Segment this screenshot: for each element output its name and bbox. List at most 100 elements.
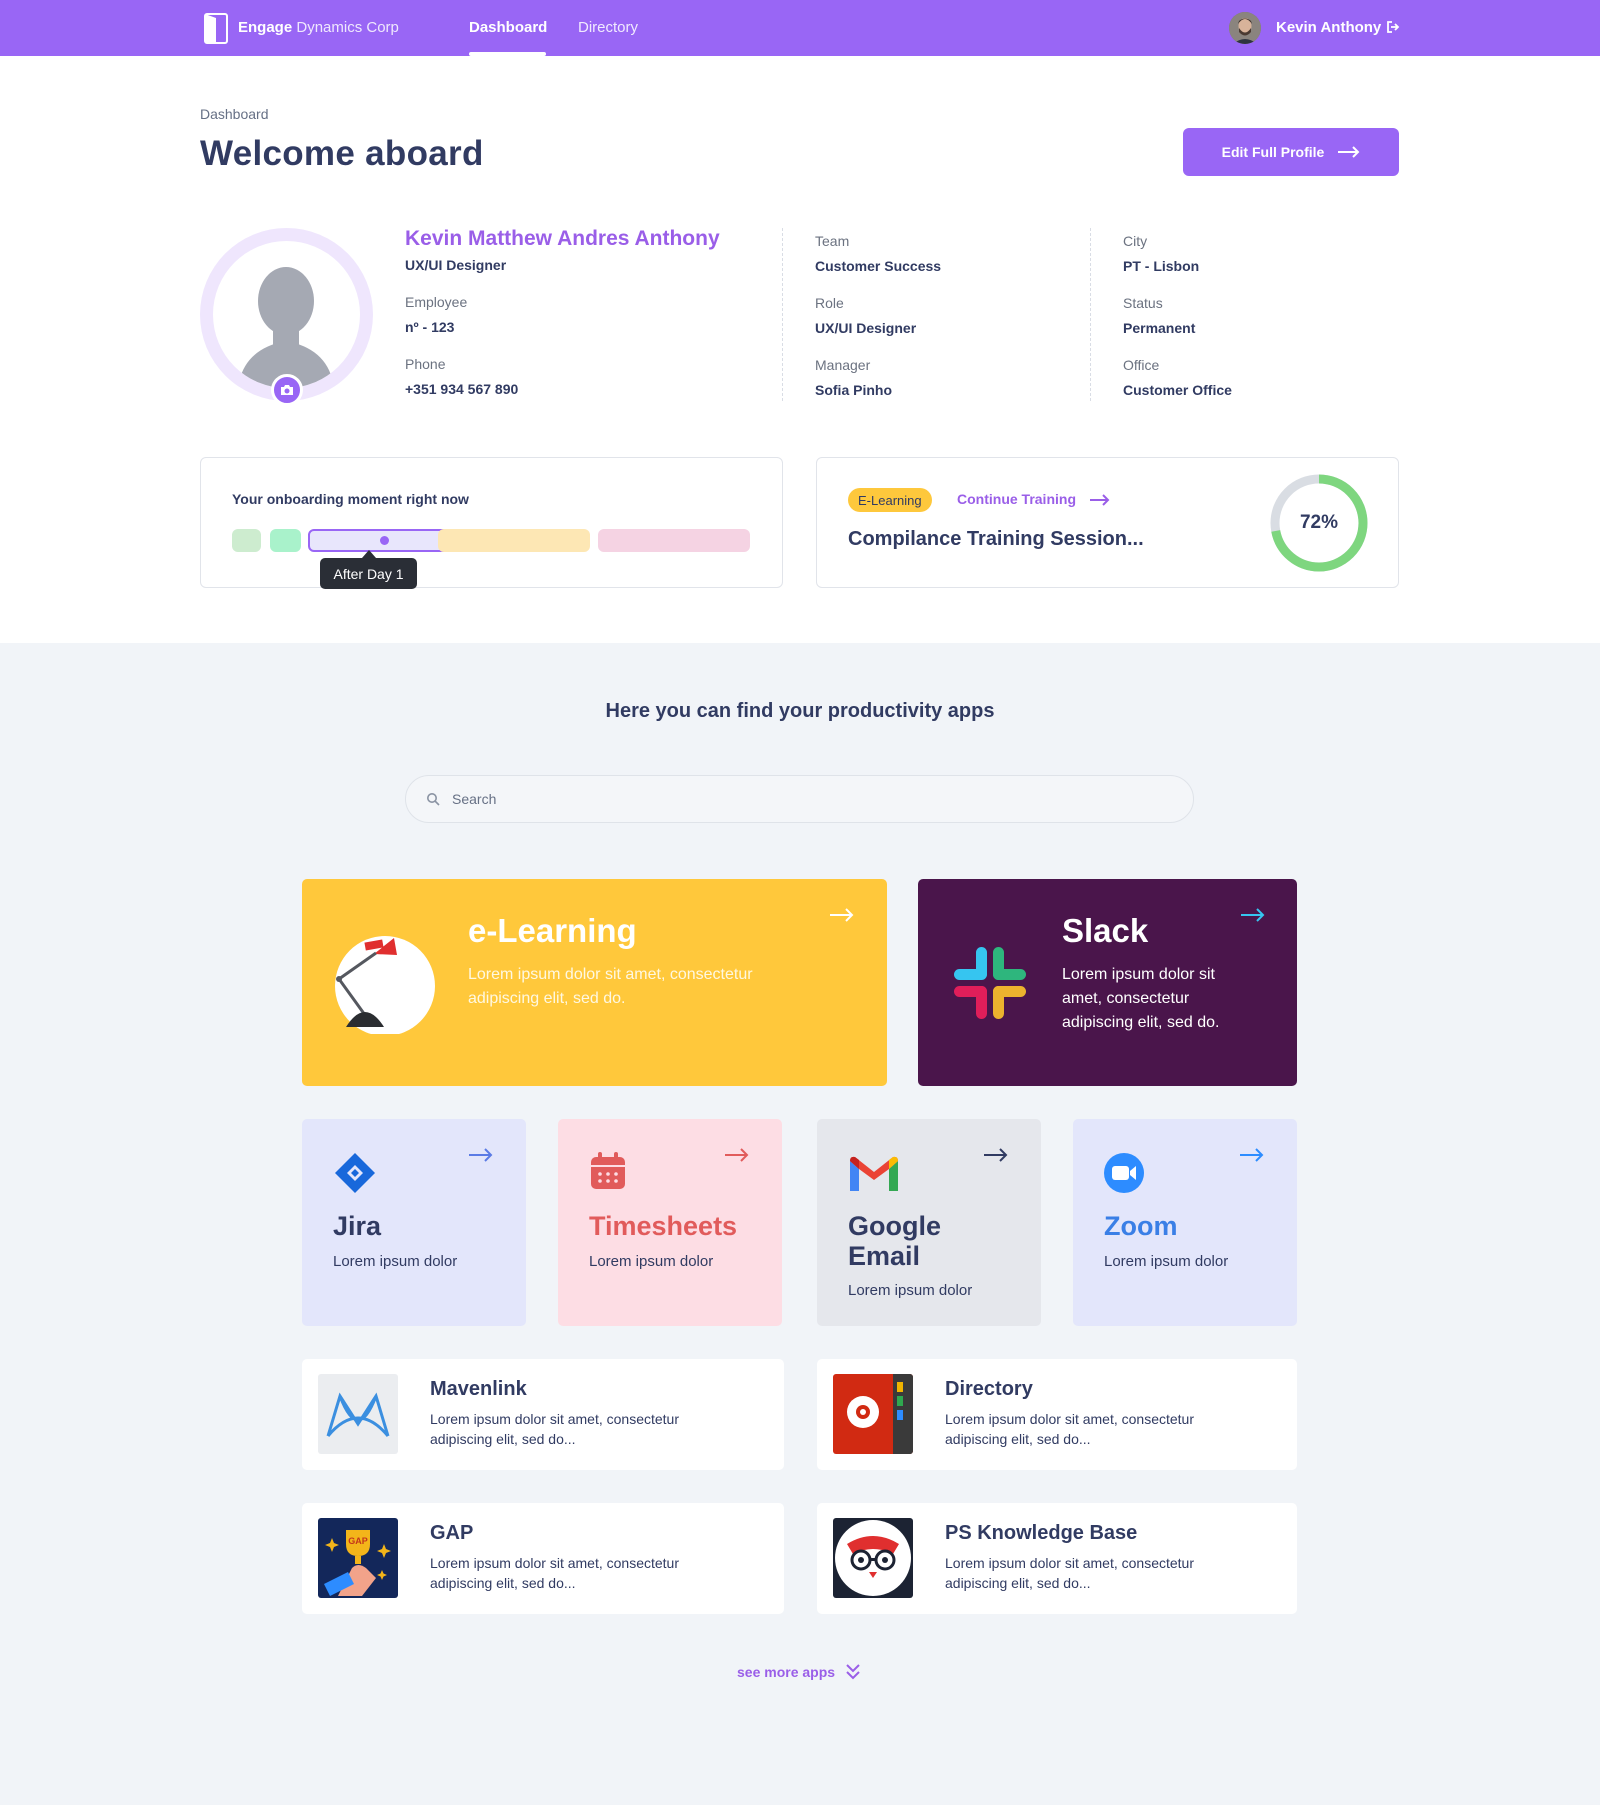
gap-app-item[interactable]: GAP GAP Lorem ipsum dolor sit amet, cons… <box>302 1503 784 1614</box>
office-value: Customer Office <box>1123 382 1232 398</box>
search-input[interactable] <box>452 783 1152 815</box>
mavenlink-logo-icon <box>318 1374 398 1454</box>
directory-app-item[interactable]: Directory Lorem ipsum dolor sit amet, co… <box>817 1359 1297 1470</box>
role-label: Role <box>815 295 844 311</box>
google-email-app-card[interactable]: Google Email Lorem ipsum dolor <box>817 1119 1041 1326</box>
jira-app-card[interactable]: Jira Lorem ipsum dolor <box>302 1119 526 1326</box>
current-stage-marker <box>380 536 389 545</box>
tooltip-arrow <box>362 550 376 558</box>
phone-label: Phone <box>405 356 446 372</box>
directory-title: Directory <box>945 1378 1033 1400</box>
nav-directory-link[interactable]: Directory <box>578 19 638 36</box>
continue-training-label: Continue Training <box>957 491 1076 507</box>
onboarding-stage[interactable] <box>438 529 590 552</box>
elearning-app-card[interactable]: e-Learning Lorem ipsum dolor sit amet, c… <box>302 879 887 1086</box>
arrow-right-icon <box>725 1148 749 1162</box>
edit-full-profile-button[interactable]: Edit Full Profile <box>1183 128 1399 176</box>
owl-logo-icon <box>833 1518 913 1598</box>
jira-logo-icon <box>335 1153 375 1193</box>
arrow-right-icon <box>1338 146 1360 158</box>
elearning-badge: E-Learning <box>848 488 932 512</box>
slack-desc: Lorem ipsum dolor sit amet, consectetur … <box>1062 966 1220 1031</box>
slack-app-card[interactable]: Slack Lorem ipsum dolor sit amet, consec… <box>918 879 1297 1086</box>
divider <box>1090 228 1091 401</box>
ps-knowledge-base-desc: Lorem ipsum dolor sit amet, consectetur … <box>945 1555 1194 1591</box>
office-label: Office <box>1123 357 1160 373</box>
onboarding-stage[interactable] <box>232 529 261 552</box>
zoom-desc: Lorem ipsum dolor <box>1104 1253 1229 1270</box>
apps-heading: Here you can find your productivity apps <box>605 700 995 722</box>
status-value: Permanent <box>1123 320 1196 336</box>
city-label: City <box>1123 233 1148 249</box>
change-photo-button[interactable] <box>271 374 303 406</box>
search-icon <box>427 793 440 806</box>
arrow-right-icon <box>984 1148 1008 1162</box>
mavenlink-title: Mavenlink <box>430 1378 527 1400</box>
arrow-right-icon <box>469 1148 493 1162</box>
jira-title: Jira <box>333 1211 382 1241</box>
zoom-app-card[interactable]: Zoom Lorem ipsum dolor <box>1073 1119 1297 1326</box>
slack-title: Slack <box>1062 912 1149 949</box>
mavenlink-desc: Lorem ipsum dolor sit amet, consectetur … <box>430 1411 679 1447</box>
arrow-right-icon <box>1240 1148 1264 1162</box>
continue-training-link[interactable]: Continue Training <box>957 491 1110 507</box>
ps-knowledge-base-title: PS Knowledge Base <box>945 1522 1138 1544</box>
arrow-right-icon <box>1089 494 1110 507</box>
arrow-right-icon <box>1241 908 1265 922</box>
progress-percent: 72% <box>1299 512 1339 533</box>
ps-knowledge-base-app-item[interactable]: PS Knowledge Base Lorem ipsum dolor sit … <box>817 1503 1297 1614</box>
double-chevron-down-icon <box>846 1664 860 1680</box>
onboarding-stage[interactable] <box>598 529 750 552</box>
onboarding-stage[interactable] <box>270 529 301 552</box>
see-more-apps-link[interactable]: see more apps <box>737 1663 861 1681</box>
edit-profile-label: Edit Full Profile <box>1221 144 1325 160</box>
gap-desc: Lorem ipsum dolor sit amet, consectetur … <box>430 1555 679 1591</box>
timesheets-desc: Lorem ipsum dolor <box>589 1253 714 1270</box>
nav-dashboard-link[interactable]: Dashboard <box>469 19 547 36</box>
timesheets-title: Timesheets <box>589 1211 738 1241</box>
slack-logo-icon <box>954 947 1026 1019</box>
gmail-logo-icon <box>850 1156 898 1191</box>
city-value: PT - Lisbon <box>1123 258 1200 274</box>
jira-desc: Lorem ipsum dolor <box>333 1253 458 1270</box>
employee-full-name: Kevin Matthew Andres Anthony <box>405 227 720 250</box>
page-title: Welcome aboard <box>200 134 484 173</box>
job-title: UX/UI Designer <box>405 257 507 273</box>
google-email-title: Google Email <box>848 1211 941 1271</box>
status-label: Status <box>1123 295 1163 311</box>
mavenlink-app-item[interactable]: Mavenlink Lorem ipsum dolor sit amet, co… <box>302 1359 784 1470</box>
elearning-desc: Lorem ipsum dolor sit amet, consectetur … <box>468 966 753 1007</box>
directory-desc: Lorem ipsum dolor sit amet, consectetur … <box>945 1411 1194 1447</box>
employee-label: Employee <box>405 294 468 310</box>
course-title: Compilance Training Session... <box>848 528 1144 550</box>
camera-icon <box>281 385 293 395</box>
employee-number: nº - 123 <box>405 319 455 335</box>
phone-value: +351 934 567 890 <box>405 381 519 397</box>
stage-tooltip: After Day 1 <box>320 558 417 589</box>
onboarding-card <box>200 457 783 588</box>
zoom-logo-icon <box>1104 1153 1144 1193</box>
team-value: Customer Success <box>815 258 942 274</box>
gap-title: GAP <box>430 1522 474 1544</box>
logout-icon[interactable] <box>1386 20 1400 34</box>
user-avatar[interactable] <box>1229 12 1261 44</box>
see-more-label: see more apps <box>737 1664 836 1680</box>
user-name[interactable]: Kevin Anthony <box>1276 19 1381 36</box>
team-label: Team <box>815 233 850 249</box>
door-logo-icon[interactable] <box>203 13 229 44</box>
desk-lamp-icon <box>335 936 435 1034</box>
address-book-icon <box>833 1374 913 1454</box>
timesheets-app-card[interactable]: Timesheets Lorem ipsum dolor <box>558 1119 782 1326</box>
top-navbar: Engage Dynamics Corp Dashboard Directory… <box>0 0 1600 56</box>
google-email-desc: Lorem ipsum dolor <box>848 1282 973 1299</box>
brand-name[interactable]: Engage Dynamics Corp <box>238 19 399 36</box>
calendar-icon <box>591 1152 625 1189</box>
arrow-right-icon <box>830 908 854 922</box>
trophy-icon: GAP <box>318 1518 398 1598</box>
breadcrumb[interactable]: Dashboard <box>200 106 269 122</box>
elearning-title: e-Learning <box>468 912 637 949</box>
role-value: UX/UI Designer <box>815 320 917 336</box>
zoom-title: Zoom <box>1104 1211 1178 1241</box>
person-placeholder-icon <box>238 267 334 388</box>
svg-text:GAP: GAP <box>348 1536 368 1546</box>
